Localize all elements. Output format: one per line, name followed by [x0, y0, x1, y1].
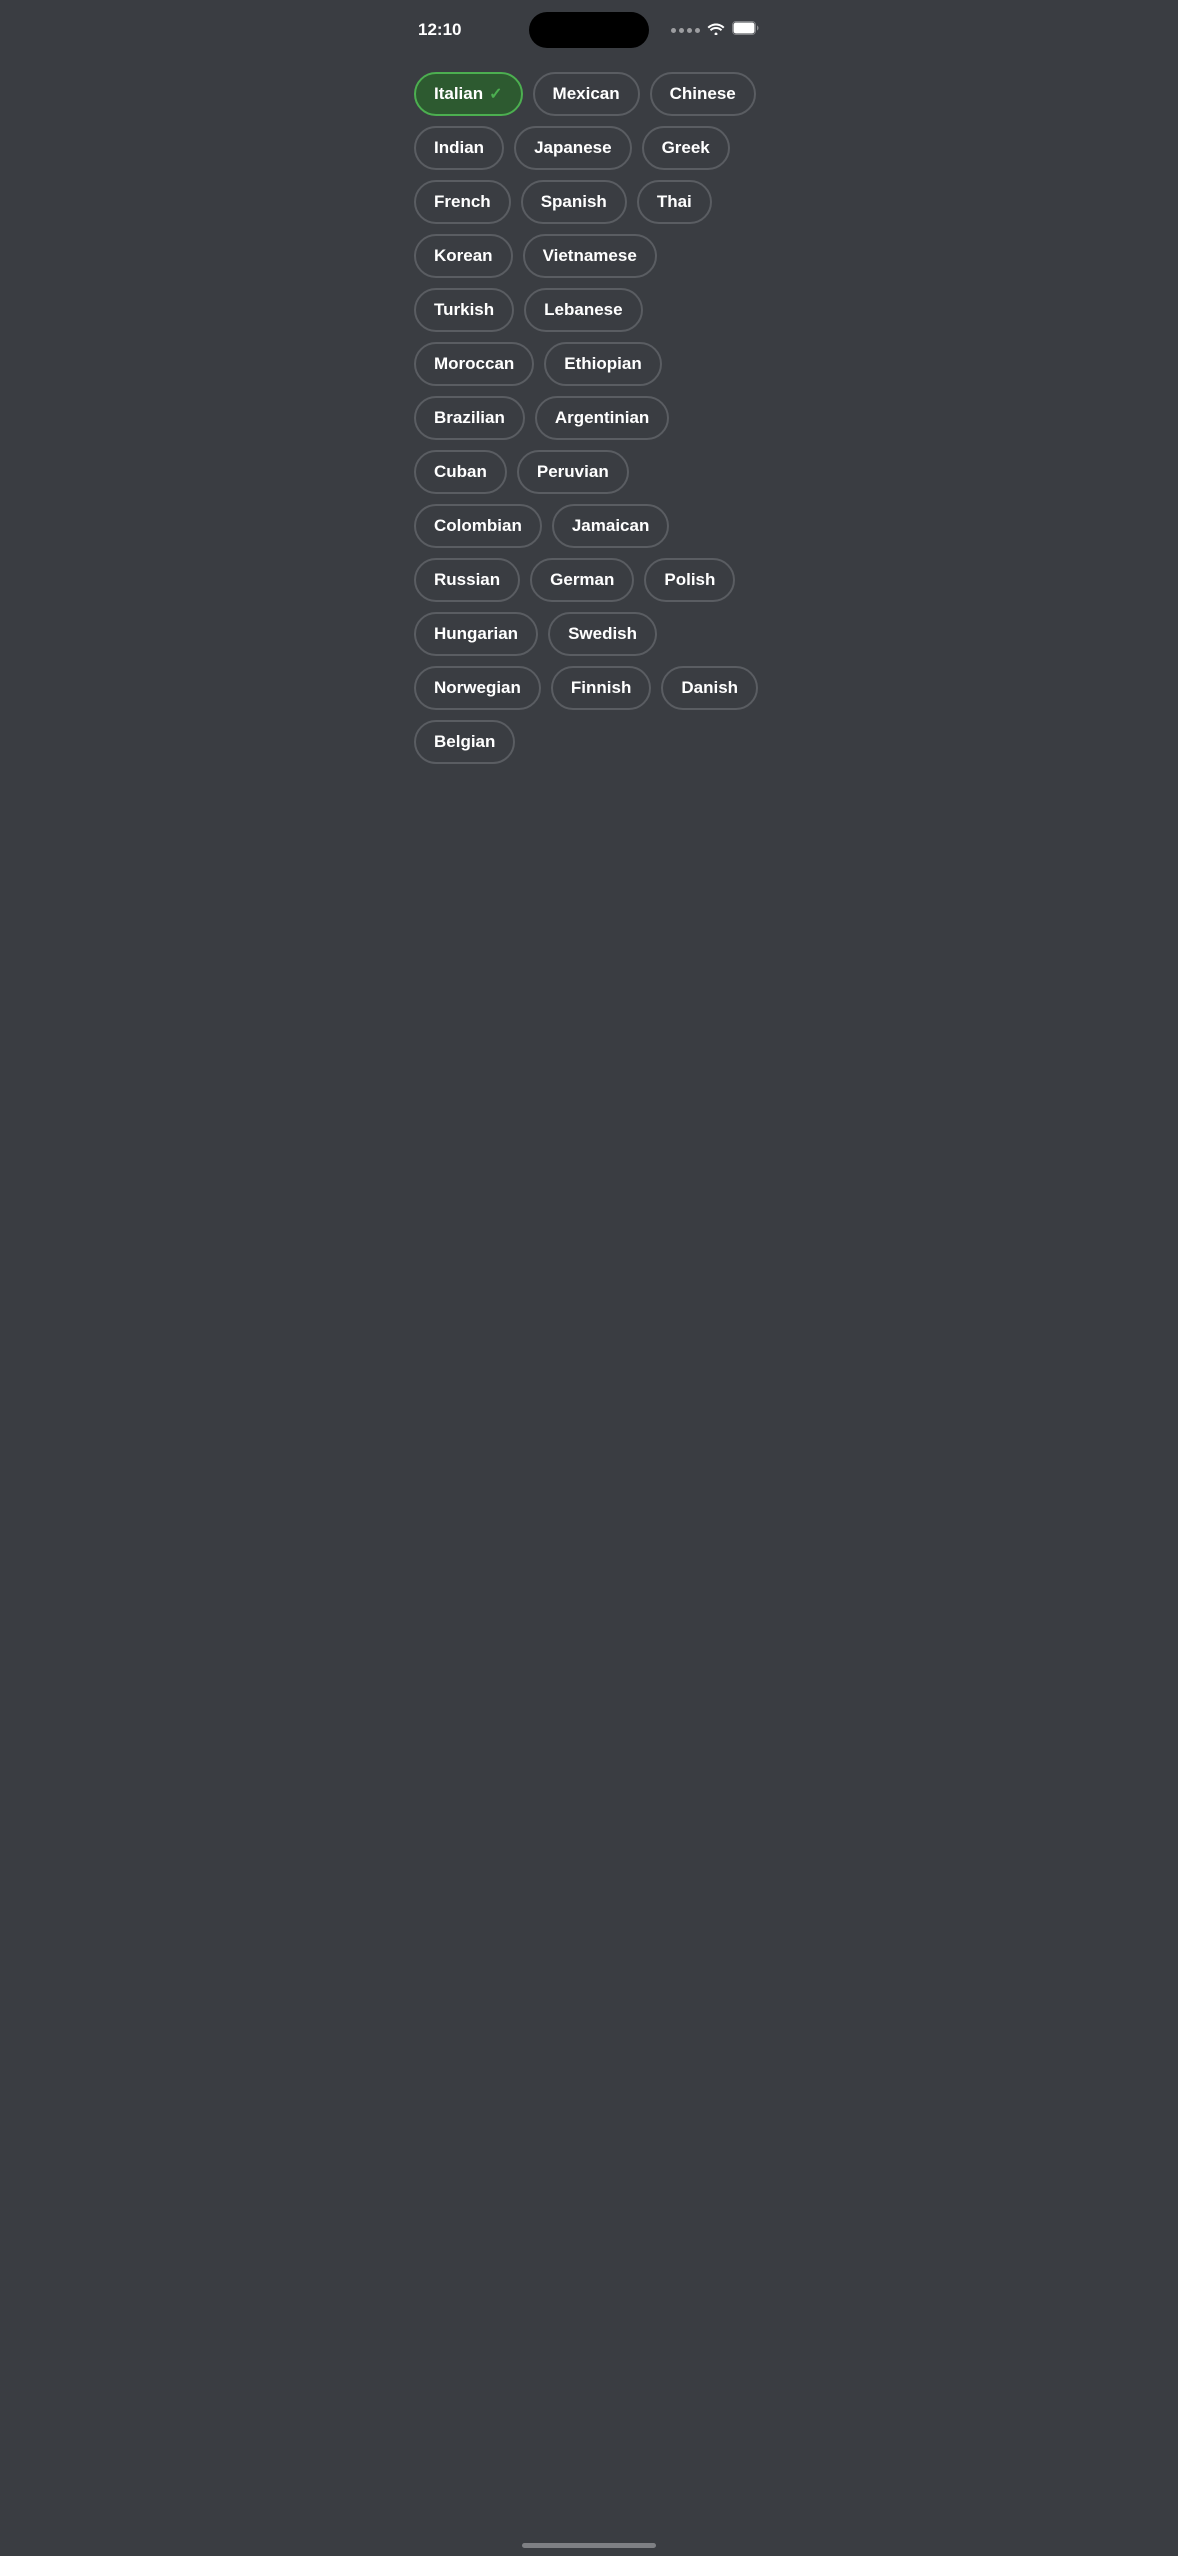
status-time: 12:10: [418, 20, 461, 40]
tag-peruvian[interactable]: Peruvian: [517, 450, 629, 494]
tag-label-lebanese: Lebanese: [544, 300, 622, 320]
battery-icon: [732, 21, 760, 40]
tag-danish[interactable]: Danish: [661, 666, 758, 710]
tag-cuban[interactable]: Cuban: [414, 450, 507, 494]
tag-colombian[interactable]: Colombian: [414, 504, 542, 548]
tag-indian[interactable]: Indian: [414, 126, 504, 170]
tag-label-greek: Greek: [662, 138, 710, 158]
tag-label-turkish: Turkish: [434, 300, 494, 320]
cuisine-tags-container: Italian ✓ Mexican Chinese Indian Japanese Gree…: [394, 54, 784, 784]
tag-french[interactable]: French: [414, 180, 511, 224]
status-icons: [671, 21, 760, 40]
tag-label-ethiopian: Ethiopian: [564, 354, 641, 374]
tag-label-finnish: Finnish: [571, 678, 631, 698]
tag-italian[interactable]: Italian ✓: [414, 72, 523, 116]
tag-label-jamaican: Jamaican: [572, 516, 650, 536]
tag-label-chinese: Chinese: [670, 84, 736, 104]
tag-spanish[interactable]: Spanish: [521, 180, 627, 224]
tag-brazilian[interactable]: Brazilian: [414, 396, 525, 440]
checkmark-icon: ✓: [489, 84, 502, 104]
tag-label-belgian: Belgian: [434, 732, 495, 752]
tag-german[interactable]: German: [530, 558, 634, 602]
tag-ethiopian[interactable]: Ethiopian: [544, 342, 661, 386]
tag-swedish[interactable]: Swedish: [548, 612, 657, 656]
wifi-icon: [707, 21, 725, 40]
tag-label-peruvian: Peruvian: [537, 462, 609, 482]
tag-label-brazilian: Brazilian: [434, 408, 505, 428]
tag-label-russian: Russian: [434, 570, 500, 590]
tag-finnish[interactable]: Finnish: [551, 666, 651, 710]
tag-hungarian[interactable]: Hungarian: [414, 612, 538, 656]
tag-label-indian: Indian: [434, 138, 484, 158]
home-indicator: [522, 2543, 656, 2548]
tag-label-german: German: [550, 570, 614, 590]
tag-moroccan[interactable]: Moroccan: [414, 342, 534, 386]
tag-russian[interactable]: Russian: [414, 558, 520, 602]
tag-turkish[interactable]: Turkish: [414, 288, 514, 332]
tag-label-vietnamese: Vietnamese: [543, 246, 637, 266]
tag-label-colombian: Colombian: [434, 516, 522, 536]
tag-thai[interactable]: Thai: [637, 180, 712, 224]
tag-label-french: French: [434, 192, 491, 212]
tag-label-thai: Thai: [657, 192, 692, 212]
dynamic-island: [529, 12, 649, 48]
tag-label-japanese: Japanese: [534, 138, 612, 158]
tag-argentinian[interactable]: Argentinian: [535, 396, 669, 440]
tag-label-cuban: Cuban: [434, 462, 487, 482]
tag-label-polish: Polish: [664, 570, 715, 590]
tag-label-argentinian: Argentinian: [555, 408, 649, 428]
tag-label-italian: Italian: [434, 84, 483, 104]
tag-label-hungarian: Hungarian: [434, 624, 518, 644]
tag-belgian[interactable]: Belgian: [414, 720, 515, 764]
tag-label-mexican: Mexican: [553, 84, 620, 104]
tag-label-moroccan: Moroccan: [434, 354, 514, 374]
tag-label-korean: Korean: [434, 246, 493, 266]
signal-icon: [671, 28, 700, 33]
tag-japanese[interactable]: Japanese: [514, 126, 632, 170]
tag-korean[interactable]: Korean: [414, 234, 513, 278]
tag-label-spanish: Spanish: [541, 192, 607, 212]
tag-mexican[interactable]: Mexican: [533, 72, 640, 116]
tag-lebanese[interactable]: Lebanese: [524, 288, 642, 332]
tag-label-danish: Danish: [681, 678, 738, 698]
tag-chinese[interactable]: Chinese: [650, 72, 756, 116]
tag-norwegian[interactable]: Norwegian: [414, 666, 541, 710]
tag-label-norwegian: Norwegian: [434, 678, 521, 698]
tag-jamaican[interactable]: Jamaican: [552, 504, 670, 548]
tag-label-swedish: Swedish: [568, 624, 637, 644]
tag-vietnamese[interactable]: Vietnamese: [523, 234, 657, 278]
tag-polish[interactable]: Polish: [644, 558, 735, 602]
tag-greek[interactable]: Greek: [642, 126, 730, 170]
